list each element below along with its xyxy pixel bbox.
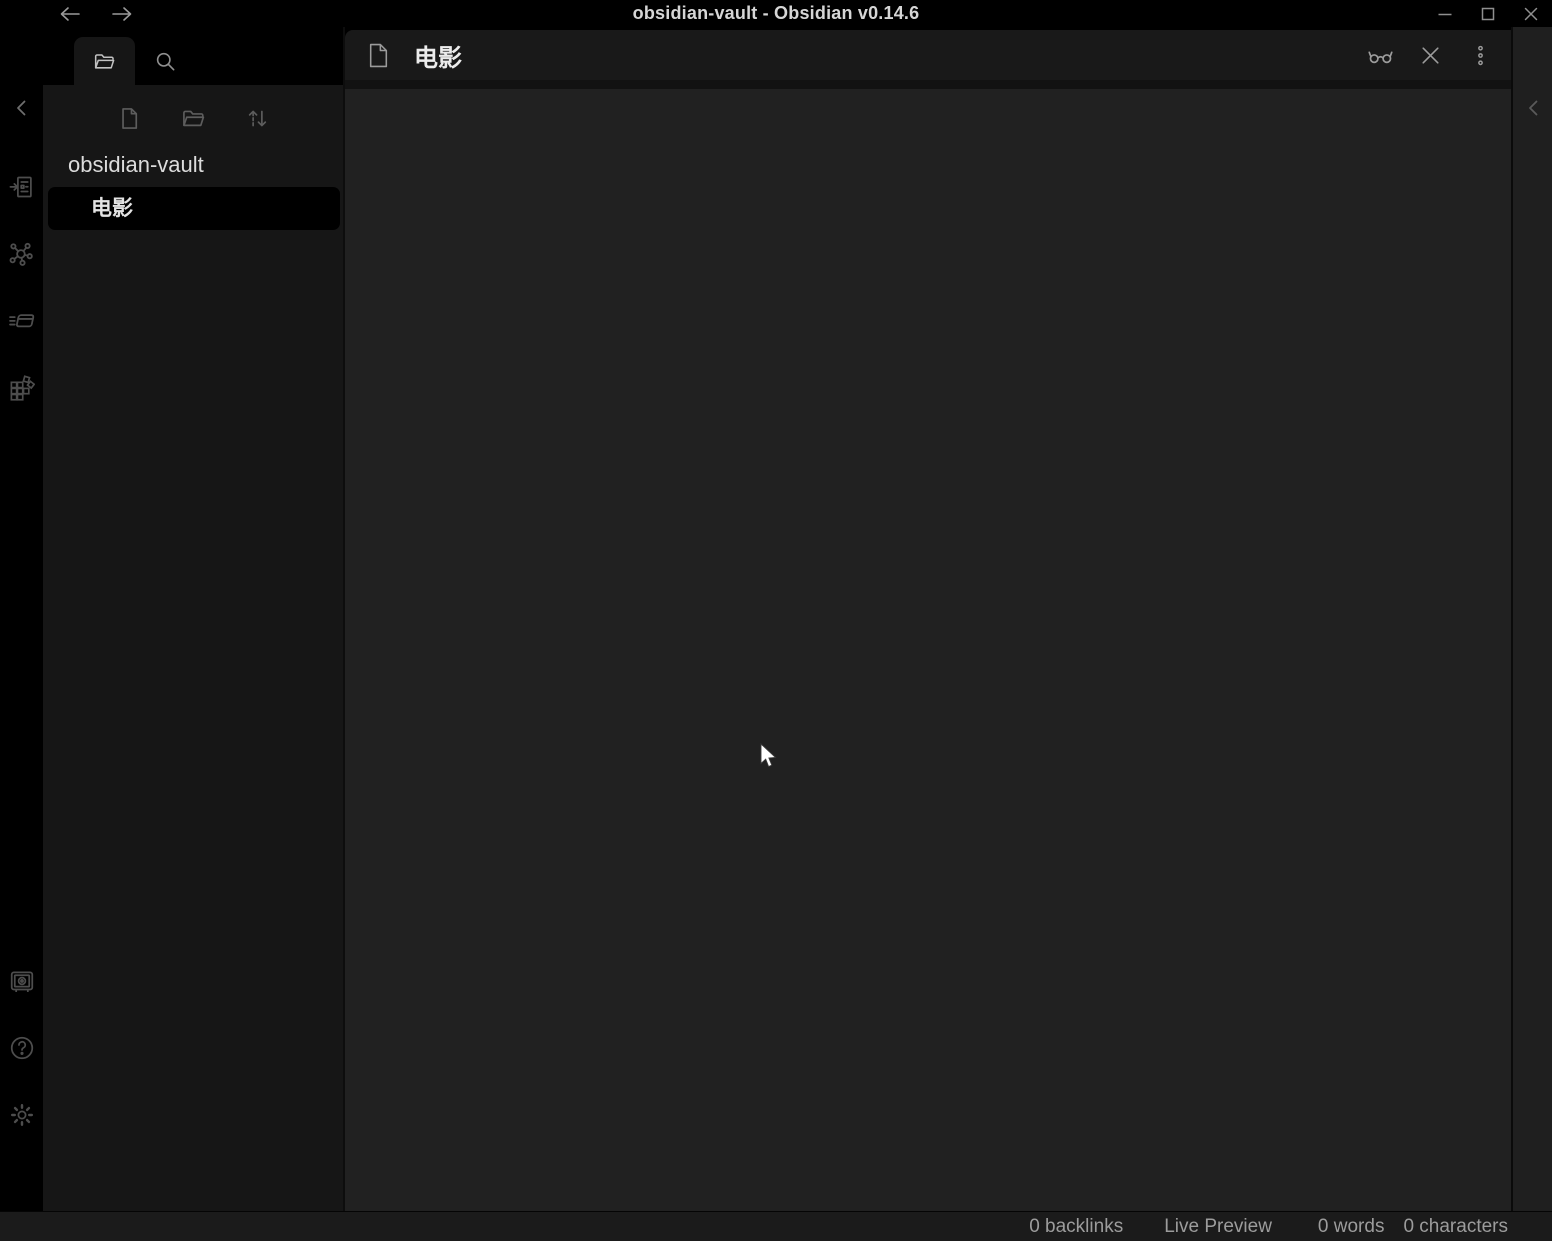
view-header: 电影 (345, 30, 1511, 80)
chevron-left-icon (11, 97, 33, 119)
editor-content[interactable] (345, 89, 1511, 1211)
expand-right-sidebar-button[interactable] (1520, 94, 1547, 121)
minimize-icon (1435, 4, 1455, 24)
collapse-left-sidebar-button[interactable] (8, 94, 35, 121)
kebab-menu-icon (1468, 43, 1493, 68)
tab-file-explorer[interactable] (74, 37, 135, 85)
new-folder-button[interactable] (175, 100, 211, 136)
chevron-left-icon (1523, 97, 1545, 119)
quick-switcher-button[interactable] (8, 173, 35, 200)
folder-icon (93, 50, 116, 73)
note-title: 电影 (414, 38, 462, 73)
left-ribbon (0, 27, 43, 1211)
graph-view-button[interactable] (8, 241, 35, 268)
file-tree-item[interactable]: 电影 (48, 187, 340, 230)
blocks-icon (8, 374, 35, 401)
settings-button[interactable] (8, 1101, 35, 1128)
gear-icon (8, 1101, 36, 1129)
more-options-button[interactable] (1467, 42, 1493, 68)
editor-mode[interactable]: Live Preview (1164, 1216, 1272, 1238)
help-button[interactable] (8, 1034, 35, 1061)
app-frame: obsidian-vault 电影 电影 (0, 27, 1552, 1211)
minimize-button[interactable] (1432, 2, 1458, 25)
editor-pane: 电影 (345, 27, 1511, 1211)
new-folder-icon (181, 106, 206, 131)
file-explorer-panel: obsidian-vault 电影 (43, 85, 343, 1211)
command-palette-button[interactable] (8, 307, 35, 334)
graph-icon (8, 241, 35, 268)
vault-name[interactable]: obsidian-vault (43, 150, 343, 180)
new-note-icon (117, 106, 142, 131)
right-sidebar-strip (1511, 27, 1552, 1211)
sort-order-button[interactable] (239, 100, 275, 136)
statusbar: 0 backlinks Live Preview 0 words 0 chara… (0, 1211, 1552, 1241)
view-actions (1367, 42, 1493, 68)
close-window-button[interactable] (1518, 2, 1544, 25)
help-circle-icon (8, 1034, 36, 1062)
reading-view-button[interactable] (1367, 42, 1393, 68)
close-icon (1521, 4, 1541, 24)
close-icon (1418, 43, 1443, 68)
glasses-icon (1367, 42, 1394, 69)
backlinks-count[interactable]: 0 backlinks (1029, 1216, 1123, 1238)
random-note-button[interactable] (8, 374, 35, 401)
close-pane-button[interactable] (1417, 42, 1443, 68)
titlebar: obsidian-vault - Obsidian v0.14.6 (0, 0, 1552, 27)
word-count: 0 words (1318, 1216, 1385, 1238)
explorer-toolbar (43, 85, 343, 136)
window-title: obsidian-vault - Obsidian v0.14.6 (0, 0, 1552, 27)
new-note-button[interactable] (111, 100, 147, 136)
go-to-file-icon (9, 174, 35, 200)
run-command-icon (8, 307, 35, 334)
maximize-icon (1478, 4, 1498, 24)
sort-arrows-icon (245, 106, 270, 131)
character-count: 0 characters (1403, 1216, 1508, 1238)
vault-icon (8, 968, 36, 996)
open-vault-button[interactable] (8, 968, 35, 995)
search-icon (154, 50, 177, 73)
maximize-button[interactable] (1475, 2, 1501, 25)
document-icon (367, 43, 390, 68)
tab-search[interactable] (135, 37, 196, 85)
left-sidebar: obsidian-vault 电影 (43, 27, 345, 1211)
sidebar-tabbar (43, 27, 343, 85)
header-divider (345, 80, 1511, 89)
